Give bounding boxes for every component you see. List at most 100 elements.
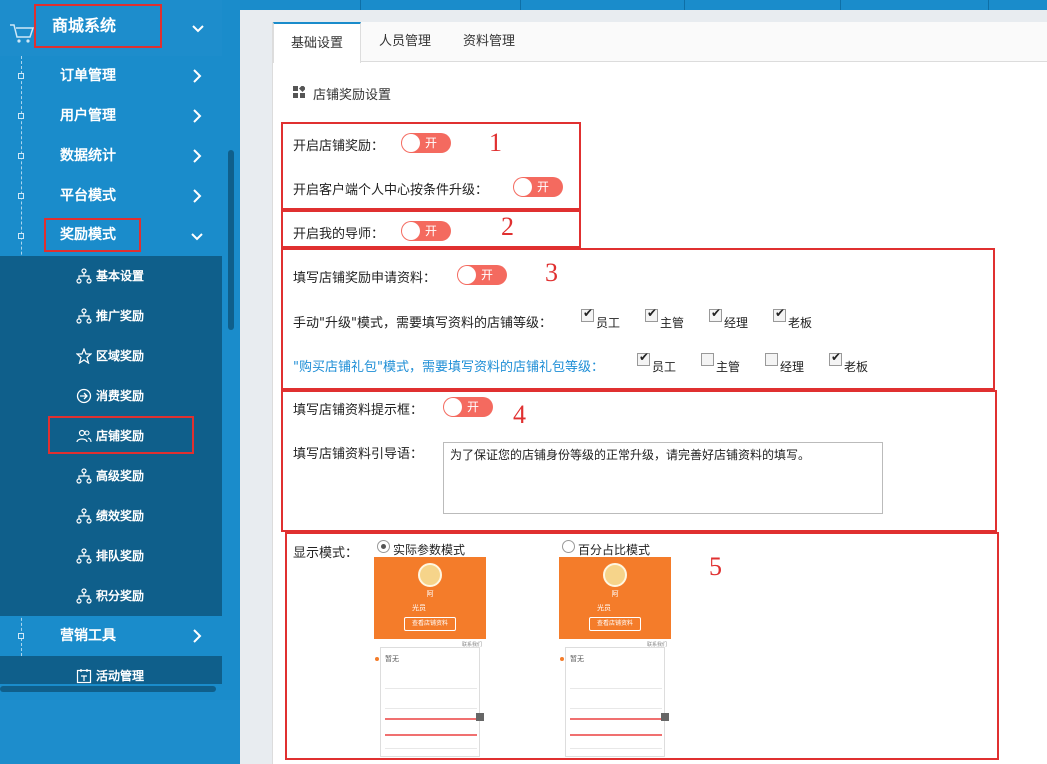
submenu-label: 推广奖励 [96, 309, 145, 323]
submenu-item-performance[interactable]: 绩效奖励 [0, 496, 222, 536]
menu-label: 奖励模式 [44, 218, 141, 252]
guide-text-input[interactable]: 为了保证您的店铺身份等级的正常升级，请完善好店铺资料的填写。 [443, 442, 883, 514]
tab-basic-settings[interactable]: 基础设置 [273, 22, 361, 63]
submenu-item-points[interactable]: 积分奖励 [0, 576, 222, 616]
store-reward-toggle[interactable]: 开 [401, 133, 451, 153]
manual-level-checkbox[interactable] [773, 306, 786, 322]
package-level-checkbox[interactable] [637, 350, 650, 366]
preview-name: 阿 [611, 590, 619, 598]
checkbox-label: 员工 [596, 316, 621, 330]
tree-icon [76, 308, 92, 324]
package-level-checkbox[interactable] [829, 350, 842, 366]
preview-divider [385, 688, 477, 689]
sidebar-vertical-scrollbar[interactable] [228, 150, 234, 330]
preview-scroll-icon [661, 713, 669, 721]
preview-progress [385, 718, 477, 720]
tab-bar: 基础设置 人员管理 资料管理 [273, 22, 1047, 63]
preview-percent: 阿 光员 查看店铺资料 联系我们 暂无 [559, 557, 671, 757]
checkbox-label: 员工 [652, 360, 677, 374]
tab-profile-management[interactable]: 资料管理 [449, 22, 529, 62]
submenu-item-store-reward[interactable]: 店铺奖励 [0, 416, 222, 456]
manual-level-checkbox[interactable] [709, 306, 722, 322]
menu-label: 营销工具 [60, 628, 116, 644]
annotation-number: 3 [545, 258, 558, 287]
chevron-down-icon[interactable] [188, 18, 208, 38]
avatar [603, 563, 627, 587]
preview-card-title: 暂无 [570, 655, 584, 663]
chevron-right-icon [193, 69, 202, 83]
tip-box-toggle[interactable]: 开 [443, 397, 493, 417]
tip-box-label: 填写店铺资料提示框： [293, 403, 424, 418]
submenu-label: 店铺奖励 [96, 429, 145, 443]
fill-apply-toggle[interactable]: 开 [457, 265, 507, 285]
preview-dot [560, 657, 564, 661]
checkbox-label: 老板 [788, 316, 813, 330]
checkbox-label: 经理 [724, 316, 749, 330]
top-bar-divider [988, 0, 989, 10]
store-reward-label: 开启店铺奖励： [293, 139, 385, 154]
menu-item-marketing[interactable]: 营销工具 [0, 616, 222, 656]
mentor-label: 开启我的导师： [293, 227, 385, 242]
buy-package-label: "购买店铺礼包"模式，需要填写资料的店铺礼包等级： [293, 360, 604, 375]
preview-card-title: 暂无 [385, 655, 399, 663]
client-upgrade-label: 开启客户端个人中心按条件升级： [293, 183, 489, 198]
submenu-label: 排队奖励 [96, 549, 145, 563]
mode-actual-radio[interactable] [377, 540, 390, 553]
tree-node [18, 73, 24, 79]
sidebar-horizontal-scrollbar[interactable] [0, 686, 216, 692]
submenu-item-region[interactable]: 区域奖励 [0, 336, 222, 376]
menu-item-reward-mode[interactable]: 奖励模式 [0, 216, 222, 256]
chevron-right-icon [193, 149, 202, 163]
top-bar-divider [840, 0, 841, 10]
submenu-item-queue[interactable]: 排队奖励 [0, 536, 222, 576]
menu-item-users[interactable]: 用户管理 [0, 96, 222, 136]
submenu-label: 消费奖励 [96, 389, 145, 403]
menu-item-orders[interactable]: 订单管理 [0, 56, 222, 96]
package-level-checkbox[interactable] [701, 353, 714, 366]
preview-level: 光员 [597, 604, 611, 612]
tree-node [18, 633, 24, 639]
submenu-item-consume[interactable]: 消费奖励 [0, 376, 222, 416]
tree-icon [76, 468, 92, 484]
annotation-number: 2 [501, 212, 514, 241]
system-title[interactable]: 商城系统 [34, 4, 162, 48]
preview-name: 阿 [426, 590, 434, 598]
chevron-right-icon [193, 629, 202, 643]
mentor-toggle[interactable]: 开 [401, 221, 451, 241]
guide-text-label: 填写店铺资料引导语： [293, 447, 424, 462]
submenu-item-activity[interactable]: 活动管理 [0, 656, 222, 684]
submenu-item-promotion[interactable]: 推广奖励 [0, 296, 222, 336]
checkbox-label: 主管 [716, 360, 741, 374]
preview-card: 暂无 [565, 647, 665, 757]
package-level-checkbox[interactable] [765, 353, 778, 366]
tab-staff-management[interactable]: 人员管理 [361, 22, 449, 62]
tree-icon [76, 268, 92, 284]
mode-actual-label: 实际参数模式 [393, 543, 466, 557]
fill-apply-label: 填写店铺奖励申请资料： [293, 271, 437, 286]
manual-level-checkbox[interactable] [581, 306, 594, 322]
annotation-number: 5 [709, 552, 722, 581]
star-icon [76, 348, 92, 364]
menu-item-statistics[interactable]: 数据统计 [0, 136, 222, 176]
toggle-knob [402, 134, 420, 152]
arrow-circle-icon [76, 388, 92, 404]
submenu-label: 活动管理 [96, 669, 145, 683]
submenu-item-basic[interactable]: 基本设置 [0, 256, 222, 296]
sidebar: 商城系统 订单管理 用户管理 数据统计 平台模式 奖励模式 基本设置 推广奖励 … [0, 0, 240, 764]
submenu-reward: 基本设置 推广奖励 区域奖励 消费奖励 店铺奖励 高级奖励 绩效奖励 排队奖励 … [0, 256, 222, 616]
menu-label: 平台模式 [60, 188, 116, 204]
chevron-down-icon [191, 233, 203, 241]
preview-actual: 阿 光员 查看店铺资料 联系我们 暂无 [374, 557, 486, 757]
manual-level-checkbox[interactable] [645, 306, 658, 322]
client-upgrade-toggle[interactable]: 开 [513, 177, 563, 197]
submenu-item-advanced[interactable]: 高级奖励 [0, 456, 222, 496]
mode-percent-radio[interactable] [562, 540, 575, 553]
menu-label: 订单管理 [60, 68, 116, 84]
menu-item-platform[interactable]: 平台模式 [0, 176, 222, 216]
preview-divider [385, 748, 477, 749]
sidebar-header[interactable]: 商城系统 [0, 0, 222, 56]
preview-card: 暂无 [380, 647, 480, 757]
preview-level: 光员 [412, 604, 426, 612]
menu-label: 数据统计 [60, 148, 116, 164]
preview-view-button: 查看店铺资料 [404, 617, 456, 631]
